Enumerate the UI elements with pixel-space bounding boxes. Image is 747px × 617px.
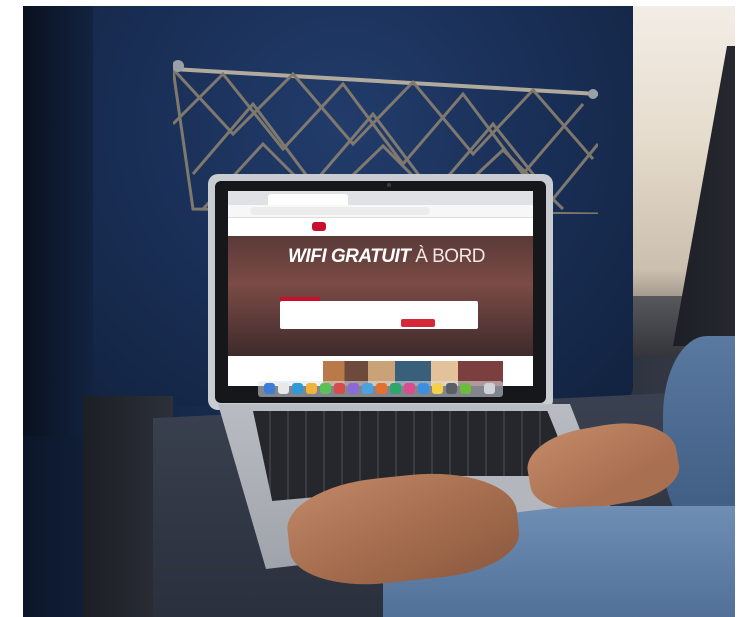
address-field	[250, 207, 430, 215]
hero-title-bold: WIFI GRATUIT	[288, 246, 411, 267]
dock-app-icon	[404, 383, 415, 394]
dock-app-icon	[390, 383, 401, 394]
dock-app-icon	[320, 383, 331, 394]
trash-icon	[484, 383, 495, 394]
browser-tab	[268, 194, 348, 205]
dock-app-icon	[362, 383, 373, 394]
search-form	[280, 301, 478, 329]
dock-app-icon	[348, 383, 359, 394]
dock-app-icon	[418, 383, 429, 394]
hero-title: WIFI GRATUIT À BORD	[288, 246, 533, 268]
site-nav	[228, 218, 533, 236]
dock-app-icon	[306, 383, 317, 394]
net-rivet-right	[588, 89, 598, 99]
dock-app-icon	[460, 383, 471, 394]
dock-app-icon	[292, 383, 303, 394]
brand-logo	[312, 222, 326, 231]
dock-app-icon	[278, 383, 289, 394]
train-photo: WIFI GRATUIT À BORD	[23, 6, 735, 617]
seat-side	[23, 6, 93, 436]
dock-app-icon	[376, 383, 387, 394]
photo-frame: WIFI GRATUIT À BORD	[0, 0, 747, 617]
search-button	[401, 319, 435, 327]
dock-app-icon	[334, 383, 345, 394]
webcam-icon	[387, 183, 391, 187]
dock-app-icon	[264, 383, 275, 394]
hero-title-thin: À BORD	[415, 246, 486, 267]
laptop-screen: WIFI GRATUIT À BORD	[228, 191, 533, 386]
dock-app-icon	[446, 383, 457, 394]
browser-tabbar	[228, 191, 533, 205]
dock-app-icon	[432, 383, 443, 394]
dock	[258, 381, 503, 397]
